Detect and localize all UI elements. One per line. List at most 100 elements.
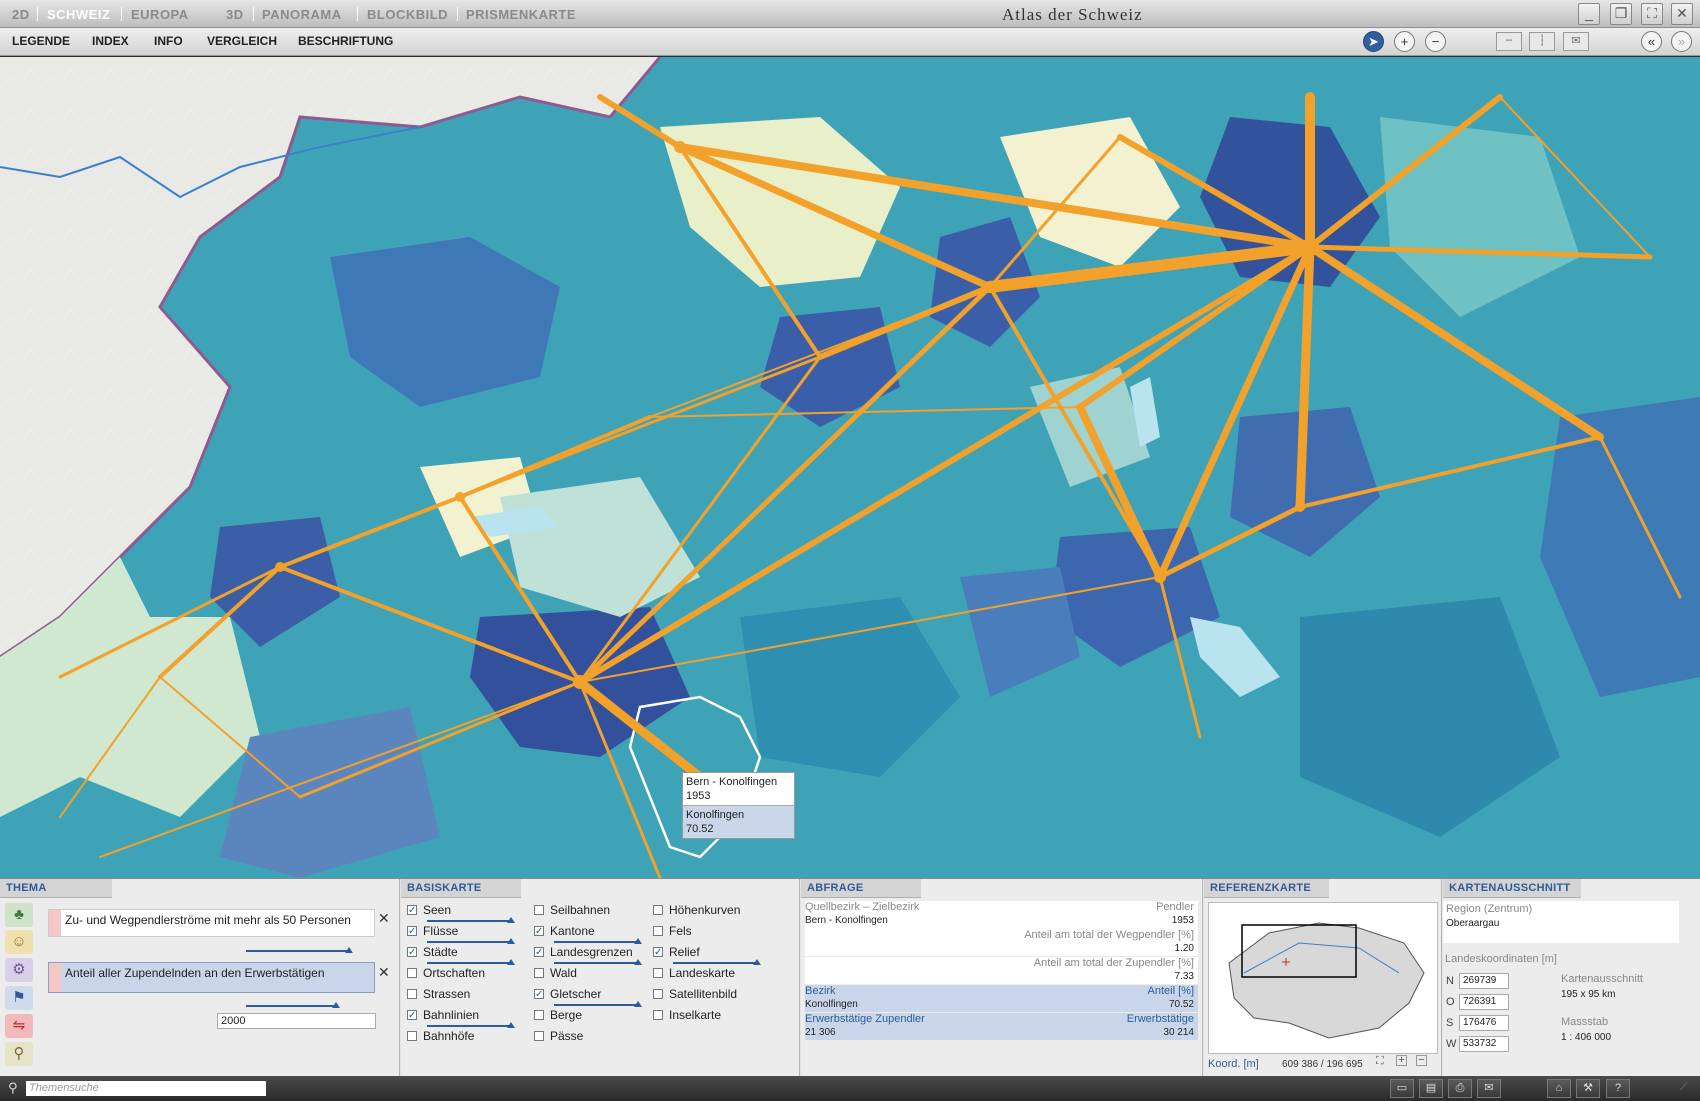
layer-opacity-slider[interactable]	[427, 917, 515, 923]
layer-checkbox-landeskarte[interactable]: Landeskarte	[653, 966, 735, 982]
layer-opacity-slider[interactable]	[427, 959, 515, 965]
collapse-left-icon[interactable]: «	[1641, 31, 1662, 52]
layer-checkbox-wald[interactable]: Wald	[534, 966, 577, 982]
hub[interactable]	[455, 492, 465, 502]
layer-opacity-slider[interactable]	[554, 1001, 642, 1007]
restore-icon[interactable]: ❐	[1610, 3, 1632, 25]
layer-opacity-slider[interactable]	[554, 959, 642, 965]
layer-checkbox-bahnlinien[interactable]: ✓ Bahnlinien	[407, 1008, 479, 1024]
layer-checkbox-satellitenbild[interactable]: Satellitenbild	[653, 987, 737, 1003]
hub[interactable]	[984, 281, 996, 293]
tab-prismenkarte[interactable]: PRISMENKARTE	[466, 7, 576, 22]
theme-item-1[interactable]: Zu- und Wegpendlerströme mit mehr als 50…	[48, 909, 375, 937]
export-icon[interactable]: ✉	[1477, 1079, 1501, 1098]
layer-checkbox-inselkarte[interactable]: Inselkarte	[653, 1008, 721, 1024]
checkbox-unchecked-icon[interactable]	[534, 967, 544, 978]
hub[interactable]	[1295, 502, 1305, 512]
close-theme-icon[interactable]: ✕	[378, 964, 390, 981]
checkbox-unchecked-icon[interactable]	[653, 925, 663, 936]
layer-checkbox-gletscher[interactable]: ✓ Gletscher	[534, 987, 601, 1003]
ref-zoom-out-icon[interactable]: −	[1416, 1055, 1427, 1066]
year-field[interactable]: 2000	[217, 1013, 376, 1029]
theme-2-opacity-slider[interactable]	[246, 1002, 340, 1008]
hub[interactable]	[275, 562, 285, 572]
expand-right-icon[interactable]: »	[1671, 31, 1692, 52]
zoom-in-icon[interactable]: +	[1394, 31, 1415, 52]
checkbox-checked-icon[interactable]: ✓	[407, 1009, 417, 1020]
fullscreen-icon[interactable]: ⛶	[1641, 3, 1663, 25]
envelope-icon[interactable]: ✉	[1563, 32, 1589, 51]
theme-search-input[interactable]: Themensuche	[26, 1081, 266, 1096]
open-folder-icon[interactable]: ▭	[1390, 1079, 1414, 1098]
checkbox-unchecked-icon[interactable]	[534, 904, 544, 915]
save-icon[interactable]: ▤	[1419, 1079, 1443, 1098]
checkbox-unchecked-icon[interactable]	[653, 967, 663, 978]
checkbox-checked-icon[interactable]: ✓	[534, 925, 544, 936]
close-theme-icon[interactable]: ✕	[378, 910, 390, 927]
layer-checkbox-bahnhöfe[interactable]: Bahnhöfe	[407, 1029, 474, 1045]
coord-w-field[interactable]: 533732	[1459, 1036, 1509, 1052]
reference-map[interactable]	[1208, 902, 1438, 1054]
checkbox-checked-icon[interactable]: ✓	[534, 988, 544, 999]
layer-opacity-slider[interactable]	[427, 938, 515, 944]
gear-icon[interactable]: ⚙	[5, 958, 33, 982]
theme-1-opacity-slider[interactable]	[246, 947, 353, 953]
layer-opacity-slider[interactable]	[554, 938, 642, 944]
checkbox-checked-icon[interactable]: ✓	[407, 925, 417, 936]
checkbox-unchecked-icon[interactable]	[653, 988, 663, 999]
layer-checkbox-pässe[interactable]: Pässe	[534, 1029, 583, 1045]
fit-extent-icon[interactable]: ⛶	[1376, 1055, 1384, 1068]
layer-checkbox-landesgrenzen[interactable]: ✓ Landesgrenzen	[534, 945, 633, 961]
tree-icon[interactable]: ♣	[5, 903, 33, 927]
layer-opacity-slider[interactable]	[673, 959, 761, 965]
layer-opacity-slider[interactable]	[427, 1022, 515, 1028]
layer-checkbox-berge[interactable]: Berge	[534, 1008, 582, 1024]
people-icon[interactable]: ☺	[5, 930, 33, 954]
layer-checkbox-relief[interactable]: ✓ Relief	[653, 945, 700, 961]
tab-blockbild[interactable]: BLOCKBILD	[367, 7, 448, 22]
layer-checkbox-kantone[interactable]: ✓ Kantone	[534, 924, 595, 940]
checkbox-unchecked-icon[interactable]	[534, 1009, 544, 1020]
menu-legende[interactable]: LEGENDE	[12, 34, 70, 48]
home-icon[interactable]: ⌂	[1547, 1079, 1571, 1098]
minimize-icon[interactable]: _	[1578, 3, 1600, 25]
checkbox-checked-icon[interactable]: ✓	[534, 946, 544, 957]
map-svg[interactable]	[0, 57, 1700, 878]
zoom-out-icon[interactable]: −	[1425, 31, 1446, 52]
tab-panorama[interactable]: PANORAMA	[262, 7, 342, 22]
tab-europa[interactable]: EUROPA	[131, 7, 189, 22]
tab-2d[interactable]: 2D	[12, 7, 30, 22]
checkbox-checked-icon[interactable]: ✓	[653, 946, 663, 957]
layer-checkbox-städte[interactable]: ✓ Städte	[407, 945, 458, 961]
layer-checkbox-höhenkurven[interactable]: Höhenkurven	[653, 903, 740, 919]
ref-zoom-in-icon[interactable]: +	[1396, 1055, 1407, 1066]
coord-n-field[interactable]: 269739	[1459, 973, 1509, 989]
pin-icon[interactable]: ⚲	[5, 1042, 33, 1066]
split-vertical-icon[interactable]: ┆	[1529, 32, 1555, 51]
transport-icon[interactable]: ⇋	[5, 1014, 33, 1038]
map-canvas[interactable]: Bern - Konolfingen 1953 Konolfingen 70.5…	[0, 57, 1700, 878]
coord-s-field[interactable]: 176476	[1459, 1015, 1509, 1031]
layer-checkbox-fels[interactable]: Fels	[653, 924, 692, 940]
menu-vergleich[interactable]: VERGLEICH	[207, 34, 277, 48]
menu-beschriftung[interactable]: BESCHRIFTUNG	[298, 34, 393, 48]
split-horizontal-icon[interactable]: ┄	[1496, 32, 1522, 51]
checkbox-unchecked-icon[interactable]	[407, 988, 417, 999]
tab-schweiz[interactable]: SCHWEIZ	[47, 7, 110, 22]
checkbox-unchecked-icon[interactable]	[407, 967, 417, 978]
layer-checkbox-ortschaften[interactable]: Ortschaften	[407, 966, 485, 982]
flag-icon[interactable]: ⚑	[5, 986, 33, 1010]
checkbox-unchecked-icon[interactable]	[534, 1030, 544, 1041]
menu-index[interactable]: INDEX	[92, 34, 129, 48]
hub-luzern[interactable]	[1154, 571, 1166, 583]
layer-checkbox-strassen[interactable]: Strassen	[407, 987, 470, 1003]
print-icon[interactable]: ⎙	[1448, 1079, 1472, 1098]
theme-item-2[interactable]: Anteil aller Zupendelnden an den Erwerbs…	[48, 962, 375, 993]
tools-icon[interactable]: ⚒	[1576, 1079, 1600, 1098]
help-icon[interactable]: ?	[1606, 1079, 1630, 1098]
select-arrow-icon[interactable]: ➤	[1363, 31, 1384, 52]
hub-basel[interactable]	[674, 141, 686, 153]
checkbox-checked-icon[interactable]: ✓	[407, 904, 417, 915]
checkbox-unchecked-icon[interactable]	[653, 904, 663, 915]
hub-zuerich[interactable]	[1301, 238, 1319, 256]
